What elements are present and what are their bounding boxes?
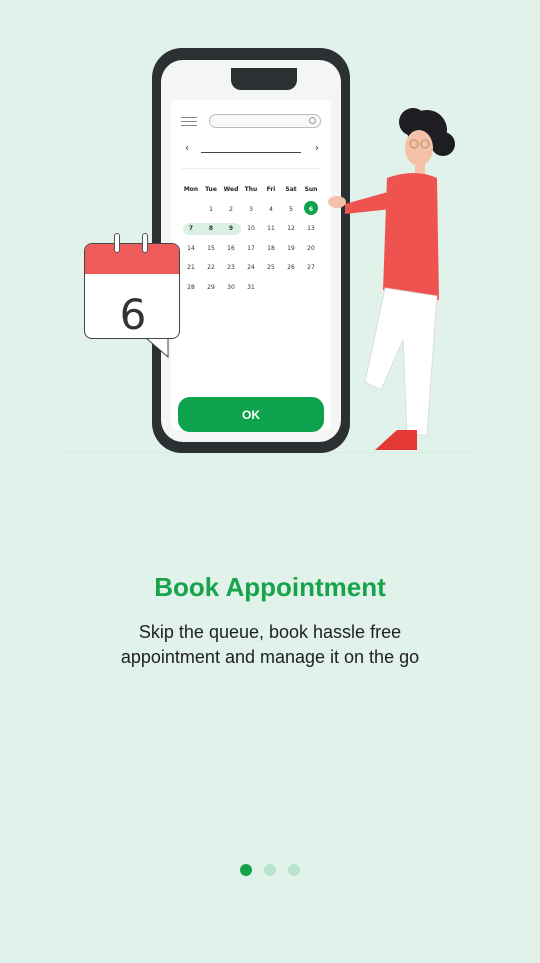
phone-screen: ‹ › Mon Tue Wed Thu Fri Sat Sun 123456 7…	[161, 60, 341, 442]
calendar-day: 26	[287, 264, 295, 272]
calendar-day: 4	[269, 205, 273, 213]
calendar-day: 16	[227, 244, 235, 252]
calendar-badge-icon: 6	[84, 233, 180, 358]
calendar-week-row: 21 22 23 24 25 26 27	[181, 258, 321, 278]
hamburger-menu-icon	[181, 117, 197, 127]
calendar-day: 11	[267, 225, 275, 233]
page-dot[interactable]	[288, 864, 300, 876]
calendar-day: 6	[301, 200, 321, 215]
calendar-day: 13	[307, 225, 315, 233]
calendar-day: 21	[187, 264, 195, 272]
calendar-day: 25	[267, 264, 275, 272]
page-indicator	[240, 864, 300, 876]
weekday-label: Fri	[266, 186, 276, 194]
calendar-day: 14	[187, 244, 195, 252]
subtitle-line: Skip the queue, book hassle free	[138, 622, 402, 642]
calendar-day: 28	[187, 283, 195, 291]
calendar-day: 20	[307, 244, 315, 252]
ok-button: OK	[178, 397, 324, 432]
calendar-day: 8	[208, 225, 214, 233]
calendar-badge-day: 6	[119, 290, 147, 339]
calendar-day: 9	[228, 225, 234, 233]
calendar-day: 22	[207, 264, 215, 272]
calendar-app-card: ‹ › Mon Tue Wed Thu Fri Sat Sun 123456 7…	[171, 100, 331, 430]
calendar-day: 7	[188, 225, 194, 233]
binder-ring-icon	[114, 233, 120, 253]
weekday-label: Sat	[285, 186, 297, 194]
calendar-week-row: 28 29 30 31	[181, 278, 321, 298]
page-dot[interactable]	[264, 864, 276, 876]
calendar-day: 19	[287, 244, 295, 252]
woman-pointing-illustration	[328, 108, 455, 450]
calendar-badge-body: 6	[84, 243, 180, 339]
subtitle-line: appointment and manage it on the go	[120, 647, 420, 667]
month-navigation: ‹ ›	[181, 143, 321, 160]
calendar-day: 1	[209, 205, 213, 213]
weekday-label: Thu	[244, 186, 258, 194]
phone-notch	[231, 68, 297, 90]
calendar-weekday-row: Mon Tue Wed Thu Fri Sat Sun	[181, 180, 321, 200]
onboarding-title: Book Appointment	[154, 572, 386, 602]
calendar-day: 30	[227, 283, 235, 291]
weekday-label: Sun	[304, 186, 318, 194]
chevron-left-icon: ‹	[185, 143, 189, 154]
binder-ring-icon	[142, 233, 148, 253]
calendar-day: 3	[249, 205, 253, 213]
calendar-day: 31	[247, 283, 255, 291]
calendar-week-row: 7 8 9 10 11 12 13	[181, 219, 321, 239]
weekday-label: Tue	[205, 186, 217, 194]
calendar-badge-header	[85, 244, 179, 274]
calendar-day: 18	[267, 244, 275, 252]
calendar-week-row: 1 2 3 4 56	[181, 200, 321, 220]
calendar-day: 27	[307, 264, 315, 272]
calendar-day: 15	[207, 244, 215, 252]
weekday-label: Wed	[223, 186, 239, 194]
calendar-day: 24	[247, 264, 255, 272]
calendar-day: 17	[247, 244, 255, 252]
search-field	[209, 114, 321, 128]
page-dot[interactable]	[240, 864, 252, 876]
month-label-placeholder	[201, 152, 301, 153]
calendar-day: 23	[227, 264, 235, 272]
calendar-day: 29	[207, 283, 215, 291]
divider	[181, 168, 321, 169]
calendar-day: 12	[287, 225, 295, 233]
calendar-day: 10	[247, 225, 255, 233]
calendar-day: 2	[229, 205, 233, 213]
onboarding-subtitle: Skip the queue, book hassle free appoint…	[90, 620, 450, 670]
calendar-grid: Mon Tue Wed Thu Fri Sat Sun 1 2 3 4 5 6 7 8 9 10 1…	[181, 180, 321, 297]
calendar-day: 5	[289, 205, 293, 213]
calendar-week-row: 14 15 16 17 18 19 20	[181, 239, 321, 259]
weekday-label: Mon	[183, 186, 199, 194]
onboarding-illustration: ‹ › Mon Tue Wed Thu Fri Sat Sun 123456 7…	[0, 0, 540, 470]
